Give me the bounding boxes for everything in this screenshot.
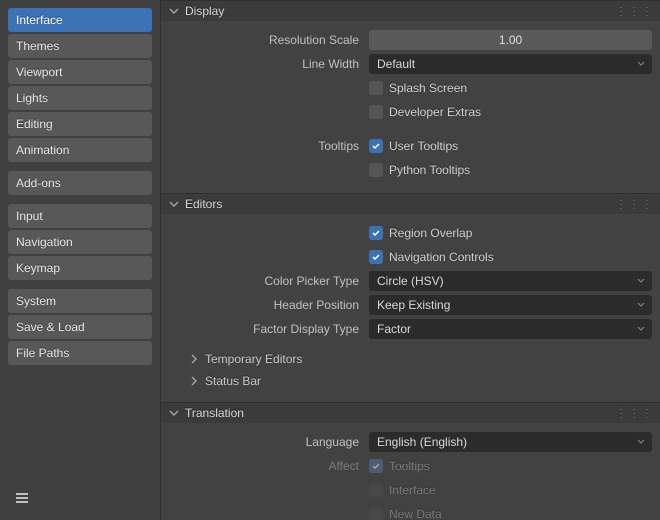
user-tooltips-label: User Tooltips: [389, 139, 458, 153]
sidebar-item-addons[interactable]: Add-ons: [8, 171, 152, 195]
line-width-select[interactable]: Default: [369, 54, 652, 74]
affect-label: Affect: [169, 459, 369, 473]
navigation-controls-label: Navigation Controls: [389, 250, 494, 264]
resolution-scale-input[interactable]: 1.00: [369, 30, 652, 50]
language-select[interactable]: English (English): [369, 432, 652, 452]
python-tooltips-checkbox[interactable]: [369, 163, 383, 177]
language-label: Language: [169, 435, 369, 449]
developer-extras-checkbox[interactable]: [369, 105, 383, 119]
header-position-label: Header Position: [169, 298, 369, 312]
tooltips-label: Tooltips: [169, 139, 369, 153]
translation-newdata-checkbox[interactable]: [369, 507, 383, 520]
sidebar-item-save-load[interactable]: Save & Load: [8, 315, 152, 339]
chevron-right-icon: [189, 376, 199, 386]
sub-status-bar[interactable]: Status Bar: [169, 370, 652, 392]
factor-display-label: Factor Display Type: [169, 322, 369, 336]
sidebar-item-themes[interactable]: Themes: [8, 34, 152, 58]
panel-editors-header[interactable]: Editors ⋮⋮⋮: [161, 194, 660, 214]
sidebar-item-keymap[interactable]: Keymap: [8, 256, 152, 280]
panel-translation: Translation ⋮⋮⋮ Language English (Englis…: [161, 402, 660, 520]
sub-temporary-editors[interactable]: Temporary Editors: [169, 348, 652, 370]
chevron-down-icon: [636, 300, 646, 310]
sidebar-item-navigation[interactable]: Navigation: [8, 230, 152, 254]
region-overlap-label: Region Overlap: [389, 226, 472, 240]
chevron-down-icon: [169, 6, 179, 16]
developer-extras-label: Developer Extras: [389, 105, 481, 119]
sidebar-item-editing[interactable]: Editing: [8, 112, 152, 136]
translation-newdata-label: New Data: [389, 507, 442, 520]
chevron-down-icon: [169, 199, 179, 209]
panel-grip-icon[interactable]: ⋮⋮⋮: [615, 197, 654, 211]
chevron-down-icon: [636, 324, 646, 334]
hamburger-icon[interactable]: [8, 484, 152, 512]
header-position-select[interactable]: Keep Existing: [369, 295, 652, 315]
translation-interface-label: Interface: [389, 483, 436, 497]
python-tooltips-label: Python Tooltips: [389, 163, 470, 177]
translation-tooltips-label: Tooltips: [389, 459, 430, 473]
user-tooltips-checkbox[interactable]: [369, 139, 383, 153]
sidebar-item-input[interactable]: Input: [8, 204, 152, 228]
panel-translation-header[interactable]: Translation ⋮⋮⋮: [161, 403, 660, 423]
splash-checkbox[interactable]: [369, 81, 383, 95]
sidebar-item-file-paths[interactable]: File Paths: [8, 341, 152, 365]
main-content: Display ⋮⋮⋮ Resolution Scale 1.00 Line W…: [160, 0, 660, 520]
translation-interface-checkbox[interactable]: [369, 483, 383, 497]
panel-grip-icon[interactable]: ⋮⋮⋮: [615, 4, 654, 18]
sidebar-item-system[interactable]: System: [8, 289, 152, 313]
sidebar-item-viewport[interactable]: Viewport: [8, 60, 152, 84]
panel-translation-title: Translation: [185, 406, 244, 420]
color-picker-label: Color Picker Type: [169, 274, 369, 288]
color-picker-select[interactable]: Circle (HSV): [369, 271, 652, 291]
chevron-down-icon: [169, 408, 179, 418]
sidebar: Interface Themes Viewport Lights Editing…: [0, 0, 160, 520]
navigation-controls-checkbox[interactable]: [369, 250, 383, 264]
sidebar-item-animation[interactable]: Animation: [8, 138, 152, 162]
sidebar-item-interface[interactable]: Interface: [8, 8, 152, 32]
chevron-down-icon: [636, 59, 646, 69]
panel-editors-title: Editors: [185, 197, 222, 211]
sidebar-item-lights[interactable]: Lights: [8, 86, 152, 110]
splash-label: Splash Screen: [389, 81, 467, 95]
panel-display-title: Display: [185, 4, 224, 18]
panel-display-header[interactable]: Display ⋮⋮⋮: [161, 1, 660, 21]
line-width-label: Line Width: [169, 57, 369, 71]
chevron-down-icon: [636, 437, 646, 447]
panel-display: Display ⋮⋮⋮ Resolution Scale 1.00 Line W…: [161, 0, 660, 193]
region-overlap-checkbox[interactable]: [369, 226, 383, 240]
translation-tooltips-checkbox[interactable]: [369, 459, 383, 473]
resolution-scale-label: Resolution Scale: [169, 33, 369, 47]
factor-display-select[interactable]: Factor: [369, 319, 652, 339]
panel-editors: Editors ⋮⋮⋮ Region Overlap Navigation Co…: [161, 193, 660, 402]
panel-grip-icon[interactable]: ⋮⋮⋮: [615, 406, 654, 420]
chevron-down-icon: [636, 276, 646, 286]
chevron-right-icon: [189, 354, 199, 364]
